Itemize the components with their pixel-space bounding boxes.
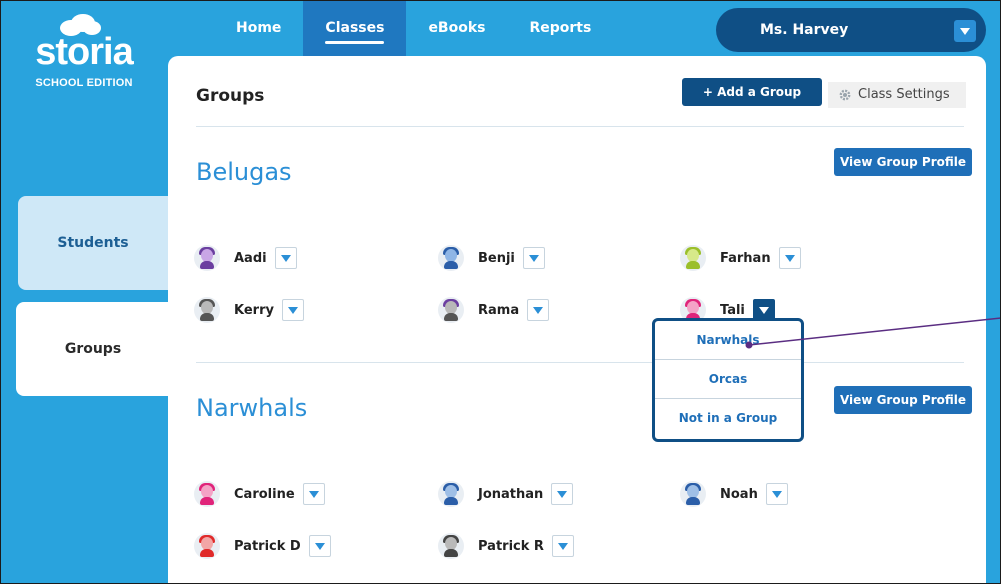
student-name: Patrick D — [234, 538, 301, 554]
add-group-button[interactable]: + Add a Group — [682, 78, 822, 106]
user-dropdown-icon[interactable] — [954, 20, 976, 42]
group-title-narwhals: Narwhals — [196, 394, 308, 422]
student-name: Aadi — [234, 250, 267, 266]
avatar — [438, 245, 464, 271]
student-item: Patrick D — [194, 532, 331, 560]
student-name: Rama — [478, 302, 520, 318]
view-group-profile-button[interactable]: View Group Profile — [834, 148, 972, 176]
move-to-group-menu: Narwhals Orcas Not in a Group — [652, 318, 804, 442]
student-group-dropdown[interactable] — [551, 535, 574, 557]
page-title: Groups — [196, 86, 265, 106]
student-group-dropdown[interactable] — [274, 247, 297, 269]
student-group-dropdown[interactable] — [765, 483, 788, 505]
student-item: Farhan — [680, 244, 801, 272]
groups-panel: Groups + Add a Group Class Settings Belu… — [168, 56, 986, 584]
student-item: Noah — [680, 480, 788, 508]
menu-option-orcas[interactable]: Orcas — [655, 360, 801, 399]
student-name: Caroline — [234, 486, 295, 502]
student-group-dropdown[interactable] — [308, 535, 331, 557]
group-title-belugas: Belugas — [196, 158, 292, 186]
student-item: Aadi — [194, 244, 297, 272]
nav-ebooks[interactable]: eBooks — [406, 0, 507, 56]
top-nav: Home Classes eBooks Reports — [214, 0, 613, 56]
avatar — [438, 481, 464, 507]
avatar — [194, 245, 220, 271]
sidebar-item-groups[interactable]: Groups — [16, 302, 170, 396]
nav-reports[interactable]: Reports — [507, 0, 613, 56]
student-group-dropdown[interactable] — [302, 483, 325, 505]
student-group-dropdown[interactable] — [281, 299, 304, 321]
sidebar-item-students[interactable]: Students — [18, 196, 168, 290]
avatar — [438, 297, 464, 323]
student-name: Patrick R — [478, 538, 544, 554]
storia-logo: storia SCHOOL EDITION — [14, 14, 154, 104]
student-group-dropdown[interactable] — [778, 247, 801, 269]
avatar — [438, 533, 464, 559]
avatar — [680, 245, 706, 271]
avatar — [194, 297, 220, 323]
user-menu[interactable]: Ms. Harvey — [716, 8, 986, 52]
gear-icon — [839, 89, 851, 100]
student-name: Benji — [478, 250, 515, 266]
student-item: Jonathan — [438, 480, 574, 508]
student-name: Farhan — [720, 250, 771, 266]
student-item: Patrick R — [438, 532, 574, 560]
student-group-dropdown[interactable] — [522, 247, 545, 269]
student-name: Kerry — [234, 302, 274, 318]
student-name: Jonathan — [478, 486, 544, 502]
class-settings-button[interactable]: Class Settings — [828, 82, 966, 108]
brand-edition: SCHOOL EDITION — [35, 77, 133, 89]
class-settings-label: Class Settings — [858, 87, 950, 102]
avatar — [194, 481, 220, 507]
brand-name: storia — [35, 31, 133, 73]
avatar — [194, 533, 220, 559]
student-item: Benji — [438, 244, 545, 272]
avatar — [680, 481, 706, 507]
menu-option-narwhals[interactable]: Narwhals — [655, 321, 801, 360]
divider — [196, 362, 964, 363]
user-name: Ms. Harvey — [760, 22, 849, 38]
student-name: Tali — [720, 302, 745, 318]
student-item: Kerry — [194, 296, 304, 324]
divider — [196, 126, 964, 127]
menu-option-not-in-group[interactable]: Not in a Group — [655, 399, 801, 438]
view-group-profile-button[interactable]: View Group Profile — [834, 386, 972, 414]
student-item: Caroline — [194, 480, 325, 508]
student-item: Rama — [438, 296, 550, 324]
student-group-dropdown[interactable] — [527, 299, 550, 321]
nav-classes[interactable]: Classes — [303, 0, 407, 56]
student-name: Noah — [720, 486, 758, 502]
nav-home[interactable]: Home — [214, 0, 303, 56]
student-group-dropdown[interactable] — [551, 483, 574, 505]
